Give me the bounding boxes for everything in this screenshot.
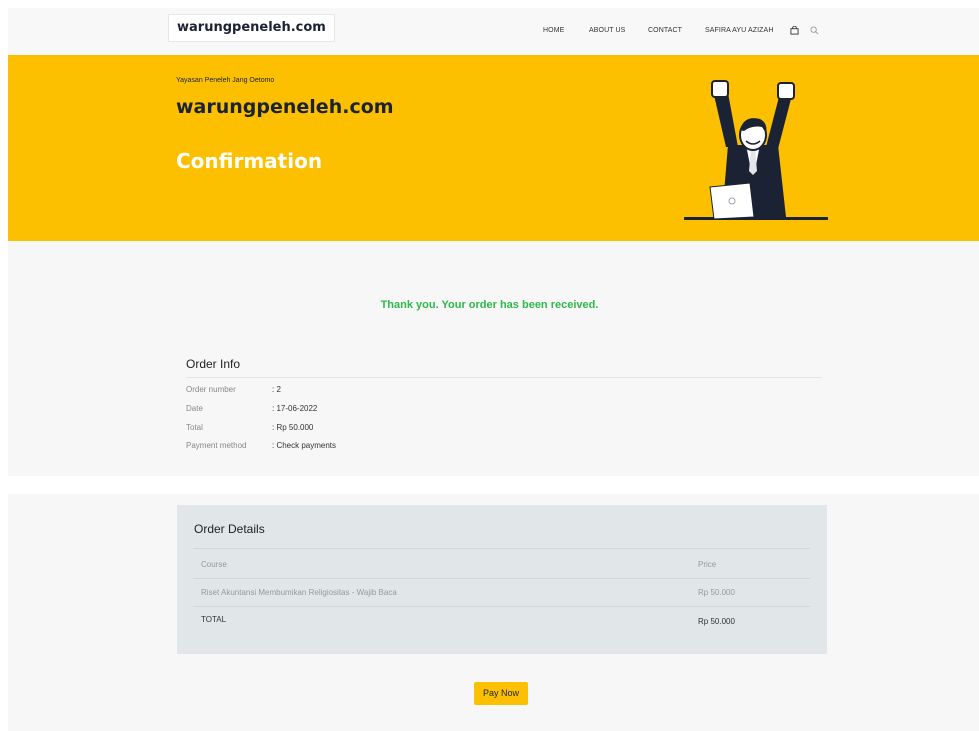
date-label: Date (186, 404, 203, 413)
site-logo[interactable]: warungpeneleh.com (168, 14, 335, 42)
date-value: : 17-06-2022 (272, 404, 318, 413)
order-details-table (177, 505, 827, 654)
nav-about-us[interactable]: ABOUT US (589, 27, 625, 34)
divider (193, 578, 810, 579)
order-details-title: Order Details (194, 522, 265, 536)
order-info-title: Order Info (186, 357, 241, 371)
total-row-value: Rp 50.000 (698, 617, 735, 626)
celebrating-person-illustration (684, 80, 828, 220)
order-received-message: Thank you. Your order has been received. (380, 299, 599, 311)
nav-home[interactable]: HOME (543, 27, 564, 34)
course-item-price: Rp 50.000 (698, 588, 735, 597)
order-number-label: Order number (186, 385, 236, 394)
course-column-header: Course (201, 560, 227, 569)
page-title: Confirmation (176, 149, 323, 173)
divider (193, 548, 810, 549)
order-received-section (8, 241, 979, 476)
hero-banner: Yayasan Peneleh Jang Oetomo warungpenele… (8, 55, 979, 241)
payment-method-value: : Check payments (272, 441, 337, 450)
pay-now-button[interactable]: Pay Now (474, 682, 528, 705)
total-label: Total (186, 423, 203, 432)
total-value: : Rp 50.000 (272, 423, 314, 432)
payment-method-label: Payment method (186, 441, 247, 450)
order-number-value: : 2 (272, 385, 281, 394)
hero-subtitle: Yayasan Peneleh Jang Oetomo (176, 77, 275, 84)
divider (193, 606, 810, 607)
nav-contact[interactable]: CONTACT (648, 27, 682, 34)
course-item-name[interactable]: Riset Akuntansi Membumikan Religiositas … (201, 588, 397, 597)
top-navbar (8, 8, 979, 55)
bag-icon[interactable] (790, 26, 799, 35)
total-row-label: TOTAL (201, 615, 227, 624)
search-icon[interactable] (810, 26, 819, 35)
page: warungpeneleh.com HOME ABOUT US CONTACT … (0, 0, 979, 731)
hero-site-title: warungpeneleh.com (176, 96, 394, 118)
divider (186, 377, 822, 378)
nav-user-account[interactable]: SAFIRA AYU AZIZAH (705, 27, 773, 34)
price-column-header: Price (698, 560, 717, 569)
